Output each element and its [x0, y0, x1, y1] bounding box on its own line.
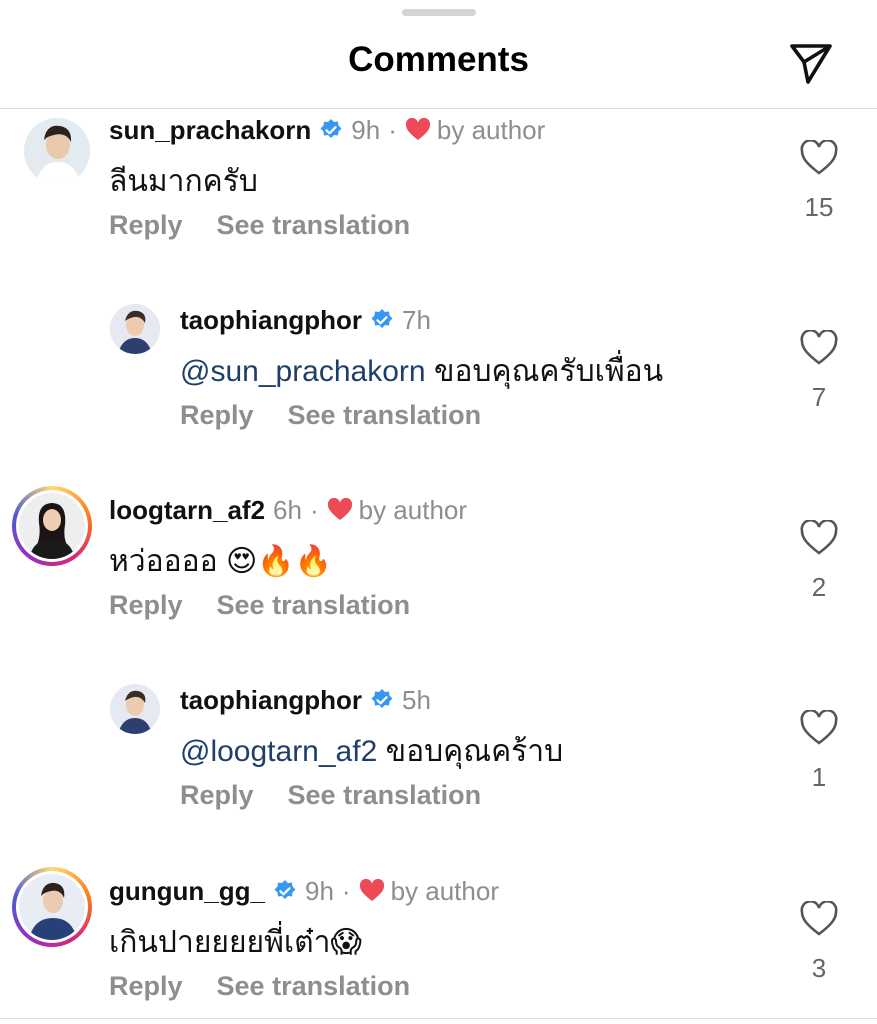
avatar[interactable] [110, 684, 160, 734]
liked-by-author-label: by author [390, 875, 499, 906]
comment-text: @sun_prachakorn ขอบคุณครับเพื่อน [180, 348, 663, 395]
separator-dot: · [388, 114, 397, 145]
avatar[interactable] [24, 118, 90, 184]
comment-meta: gungun_gg_ 9h · by author [109, 875, 499, 907]
comment-item: sun_prachakorn 9h · by author ลีนมากครับ… [0, 114, 877, 294]
see-translation-button[interactable]: See translation [217, 210, 411, 240]
heart-outline-icon[interactable] [800, 140, 838, 176]
comments-header: Comments [0, 0, 877, 109]
see-translation-button[interactable]: See translation [288, 400, 482, 430]
verified-badge-icon [320, 119, 342, 138]
comment-text: @loogtarn_af2 ขอบคุณคร้าบ [180, 728, 563, 775]
avatar-story-ring[interactable] [12, 867, 92, 947]
comment-meta: taophiangphor 7h [180, 304, 431, 336]
separator-dot: · [341, 875, 351, 906]
see-translation-button[interactable]: See translation [217, 971, 411, 1001]
comment-item: loogtarn_af2 6h · by author หว่ออออ 😍🔥🔥 … [0, 486, 877, 674]
comment-meta: taophiangphor 5h [180, 684, 431, 716]
heart-outline-icon[interactable] [800, 901, 838, 937]
reply-button[interactable]: Reply [180, 400, 254, 430]
heart-outline-icon[interactable] [800, 520, 838, 556]
comment-actions: Reply See translation [109, 971, 410, 1002]
verified-badge-icon [371, 689, 393, 708]
avatar[interactable] [110, 304, 160, 354]
comment-time: 9h [351, 114, 381, 145]
comment-time: 5h [401, 684, 431, 715]
username[interactable]: gungun_gg_ [109, 876, 265, 907]
divider [0, 1018, 877, 1019]
username[interactable]: taophiangphor [180, 685, 362, 716]
comment-actions: Reply See translation [180, 780, 481, 811]
heart-outline-icon[interactable] [800, 710, 838, 746]
username[interactable]: taophiangphor [180, 305, 362, 336]
comment-reply-item: taophiangphor 7h @sun_prachakorn ขอบคุณค… [0, 304, 877, 484]
liked-by-author-label: by author [358, 494, 468, 525]
page-title: Comments [348, 40, 529, 79]
reply-button[interactable]: Reply [180, 780, 254, 810]
comment-time: 6h [273, 494, 302, 525]
see-translation-button[interactable]: See translation [217, 590, 411, 620]
mention-link[interactable]: @sun_prachakorn [180, 355, 426, 388]
reply-button[interactable]: Reply [109, 590, 183, 620]
comment-text: หว่ออออ 😍🔥🔥 [109, 538, 332, 585]
comment-time: 9h [304, 875, 334, 906]
like-count: 1 [811, 762, 827, 792]
comment-text: ลีนมากครับ [109, 158, 258, 205]
comment-meta: sun_prachakorn 9h · by author [109, 114, 545, 146]
comment-meta: loogtarn_af2 6h · by author [109, 494, 467, 526]
like-count: 15 [804, 192, 834, 222]
like-count: 2 [811, 572, 827, 602]
verified-badge-icon [371, 309, 393, 328]
comment-body: ขอบคุณคร้าบ [377, 735, 564, 768]
heart-filled-icon [359, 879, 384, 901]
comment-actions: Reply See translation [180, 400, 481, 431]
comment-actions: Reply See translation [109, 590, 410, 621]
send-icon[interactable] [786, 38, 836, 88]
like-count: 3 [811, 953, 827, 983]
comment-time: 7h [401, 304, 431, 335]
comment-emoji: 😍🔥🔥 [226, 545, 333, 578]
comment-reply-item: taophiangphor 5h @loogtarn_af2 ขอบคุณคร้… [0, 684, 877, 864]
heart-filled-icon [405, 118, 430, 140]
reply-button[interactable]: Reply [109, 971, 183, 1001]
username[interactable]: sun_prachakorn [109, 115, 311, 146]
comment-body: ลีนมากครับ [109, 165, 258, 198]
heart-filled-icon [327, 498, 352, 520]
username[interactable]: loogtarn_af2 [109, 495, 265, 526]
separator-dot: · [309, 494, 319, 525]
mention-link[interactable]: @loogtarn_af2 [180, 735, 377, 768]
comment-item: gungun_gg_ 9h · by author เกินปายยยยพี่เ… [0, 867, 877, 1018]
see-translation-button[interactable]: See translation [288, 780, 482, 810]
comment-emoji: 😱 [330, 926, 362, 959]
verified-badge-icon [274, 880, 296, 899]
comment-body: เกินปายยยยพี่เต๋า [109, 926, 331, 959]
comment-body: ขอบคุณครับเพื่อน [425, 355, 664, 388]
reply-button[interactable]: Reply [109, 210, 183, 240]
liked-by-author-label: by author [436, 114, 546, 145]
comment-text: เกินปายยยยพี่เต๋า😱 [109, 919, 362, 966]
avatar-story-ring[interactable] [12, 486, 92, 566]
comment-body: หว่ออออ [109, 545, 227, 578]
heart-outline-icon[interactable] [800, 330, 838, 366]
comment-actions: Reply See translation [109, 210, 410, 241]
like-count: 7 [811, 382, 827, 412]
